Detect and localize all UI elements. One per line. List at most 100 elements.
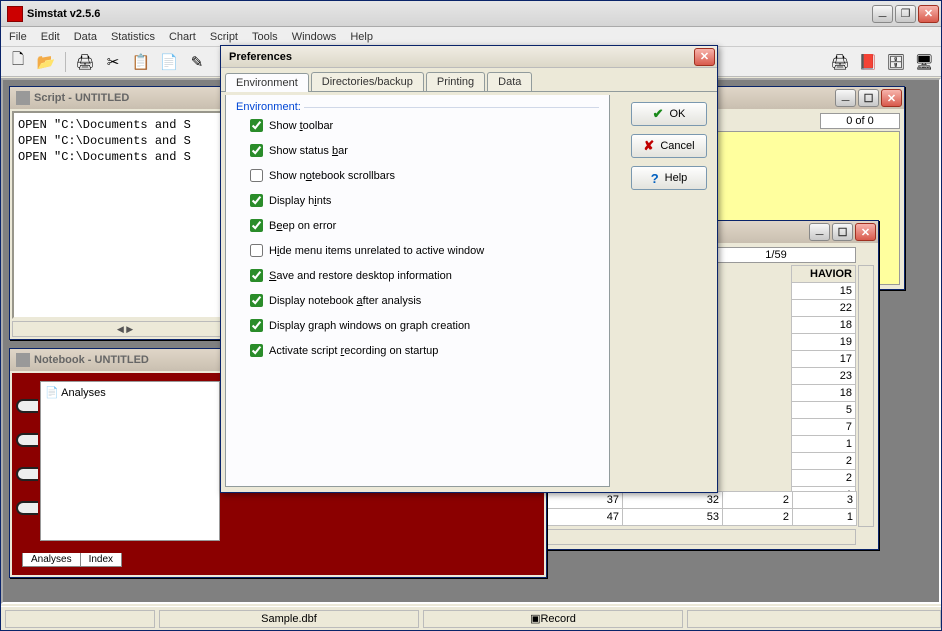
tab-page-environment: Environment: Show toolbarShow status bar…: [225, 95, 610, 487]
grid-cell[interactable]: 18: [792, 317, 856, 334]
grid-cell[interactable]: 1: [793, 509, 857, 526]
notebook-icon: [16, 353, 30, 367]
env-option-0[interactable]: Show toolbar: [250, 119, 609, 132]
env-option-4[interactable]: Beep on error: [250, 219, 609, 232]
grid-cell[interactable]: 22: [792, 300, 856, 317]
script-editor[interactable]: OPEN "C:\Documents and S OPEN "C:\Docume…: [12, 111, 238, 319]
tab-directories-backup[interactable]: Directories/backup: [311, 72, 424, 91]
preferences-dialog: Preferences Environment Directories/back…: [220, 45, 718, 493]
restore-button[interactable]: [895, 5, 916, 23]
tab-environment[interactable]: Environment: [225, 73, 309, 92]
memo-maximize-button[interactable]: [858, 89, 879, 107]
minimize-button[interactable]: [872, 5, 893, 23]
menu-windows[interactable]: Windows: [292, 31, 337, 43]
env-option-6[interactable]: Save and restore desktop information: [250, 269, 609, 282]
grid-cell[interactable]: 1: [792, 436, 856, 453]
menu-help[interactable]: Help: [350, 31, 373, 43]
preferences-title-text: Preferences: [229, 51, 694, 63]
env-option-label-2: Show notebook scrollbars: [269, 170, 395, 182]
grid-cell[interactable]: 23: [792, 368, 856, 385]
calc-icon[interactable]: 🖥: [913, 51, 935, 73]
preferences-title-bar[interactable]: Preferences: [221, 46, 717, 68]
env-option-5[interactable]: Hide menu items unrelated to active wind…: [250, 244, 609, 257]
grid-cell[interactable]: 18: [792, 385, 856, 402]
script-hscrollbar[interactable]: ◀ ▶: [12, 321, 238, 337]
title-bar: Simstat v2.5.6: [1, 1, 941, 27]
menu-edit[interactable]: Edit: [41, 31, 60, 43]
grid-cell[interactable]: 3: [793, 492, 857, 509]
env-option-9[interactable]: Activate script recording on startup: [250, 344, 609, 357]
env-checkbox-1[interactable]: [250, 144, 263, 157]
open-file-icon[interactable]: 📂: [35, 51, 57, 73]
menu-script[interactable]: Script: [210, 31, 238, 43]
env-checkbox-8[interactable]: [250, 319, 263, 332]
col-header-behavior[interactable]: HAVIOR: [792, 266, 856, 283]
db-icon[interactable]: 🗄: [885, 51, 907, 73]
grid-cell[interactable]: 15: [792, 283, 856, 300]
env-option-label-1: Show status bar: [269, 145, 348, 157]
tree-node-analyses[interactable]: Analyses: [45, 386, 215, 399]
grid-cell[interactable]: 2: [792, 453, 856, 470]
grid-cell[interactable]: 19: [792, 334, 856, 351]
menu-file[interactable]: File: [9, 31, 27, 43]
notebook-tree[interactable]: Analyses: [40, 381, 220, 541]
env-option-2[interactable]: Show notebook scrollbars: [250, 169, 609, 182]
data-vscrollbar[interactable]: [858, 265, 874, 527]
menu-tools[interactable]: Tools: [252, 31, 278, 43]
cancel-button[interactable]: ✘ Cancel: [631, 134, 707, 158]
book-icon[interactable]: 📕: [857, 51, 879, 73]
help-button[interactable]: ? Help: [631, 166, 707, 190]
env-option-label-3: Display hints: [269, 195, 331, 207]
ok-button[interactable]: ✔ OK: [631, 102, 707, 126]
script-icon: [16, 91, 30, 105]
grid-cell[interactable]: 2: [723, 492, 793, 509]
grid-cell[interactable]: 17: [792, 351, 856, 368]
grid-cell[interactable]: 53: [623, 509, 723, 526]
memo-close-button[interactable]: [881, 89, 902, 107]
print-icon[interactable]: 🖨: [74, 51, 96, 73]
env-option-8[interactable]: Display graph windows on graph creation: [250, 319, 609, 332]
app-title: Simstat v2.5.6: [27, 8, 872, 20]
menu-statistics[interactable]: Statistics: [111, 31, 155, 43]
data-close-button[interactable]: [855, 223, 876, 241]
data-grid-rightcol[interactable]: HAVIOR 15 22 18 19 17 23 18 5 7 1 2 2 1: [791, 265, 856, 504]
notebook-tab-index[interactable]: Index: [80, 553, 122, 567]
env-checkbox-7[interactable]: [250, 294, 263, 307]
status-filler: [687, 610, 941, 628]
env-checkbox-3[interactable]: [250, 194, 263, 207]
memo-minimize-button[interactable]: [835, 89, 856, 107]
grid-cell[interactable]: 47: [543, 509, 623, 526]
env-checkbox-9[interactable]: [250, 344, 263, 357]
env-checkbox-5[interactable]: [250, 244, 263, 257]
env-checkbox-6[interactable]: [250, 269, 263, 282]
copy-icon[interactable]: 📋: [130, 51, 152, 73]
preferences-close-button[interactable]: [694, 48, 715, 66]
env-option-3[interactable]: Display hints: [250, 194, 609, 207]
grid-cell[interactable]: 37: [543, 492, 623, 509]
undo-icon[interactable]: ✎: [186, 51, 208, 73]
menu-chart[interactable]: Chart: [169, 31, 196, 43]
paste-icon[interactable]: 📄: [158, 51, 180, 73]
notebook-tab-analyses[interactable]: Analyses: [22, 553, 81, 567]
grid-cell[interactable]: 2: [723, 509, 793, 526]
env-checkbox-2[interactable]: [250, 169, 263, 182]
data-maximize-button[interactable]: [832, 223, 853, 241]
menu-data[interactable]: Data: [74, 31, 97, 43]
close-button[interactable]: [918, 5, 939, 23]
tab-data[interactable]: Data: [487, 72, 532, 91]
env-option-7[interactable]: Display notebook after analysis: [250, 294, 609, 307]
cut-icon[interactable]: ✂: [102, 51, 124, 73]
toolbar-separator: [65, 52, 66, 72]
grid-cell[interactable]: 7: [792, 419, 856, 436]
data-minimize-button[interactable]: [809, 223, 830, 241]
grid-cell[interactable]: 32: [623, 492, 723, 509]
printer-icon[interactable]: 🖨: [829, 51, 851, 73]
env-checkbox-4[interactable]: [250, 219, 263, 232]
env-checkbox-0[interactable]: [250, 119, 263, 132]
env-option-1[interactable]: Show status bar: [250, 144, 609, 157]
tab-printing[interactable]: Printing: [426, 72, 485, 91]
env-option-label-4: Beep on error: [269, 220, 336, 232]
grid-cell[interactable]: 5: [792, 402, 856, 419]
grid-cell[interactable]: 2: [792, 470, 856, 487]
new-file-icon[interactable]: 🗋: [7, 51, 29, 73]
